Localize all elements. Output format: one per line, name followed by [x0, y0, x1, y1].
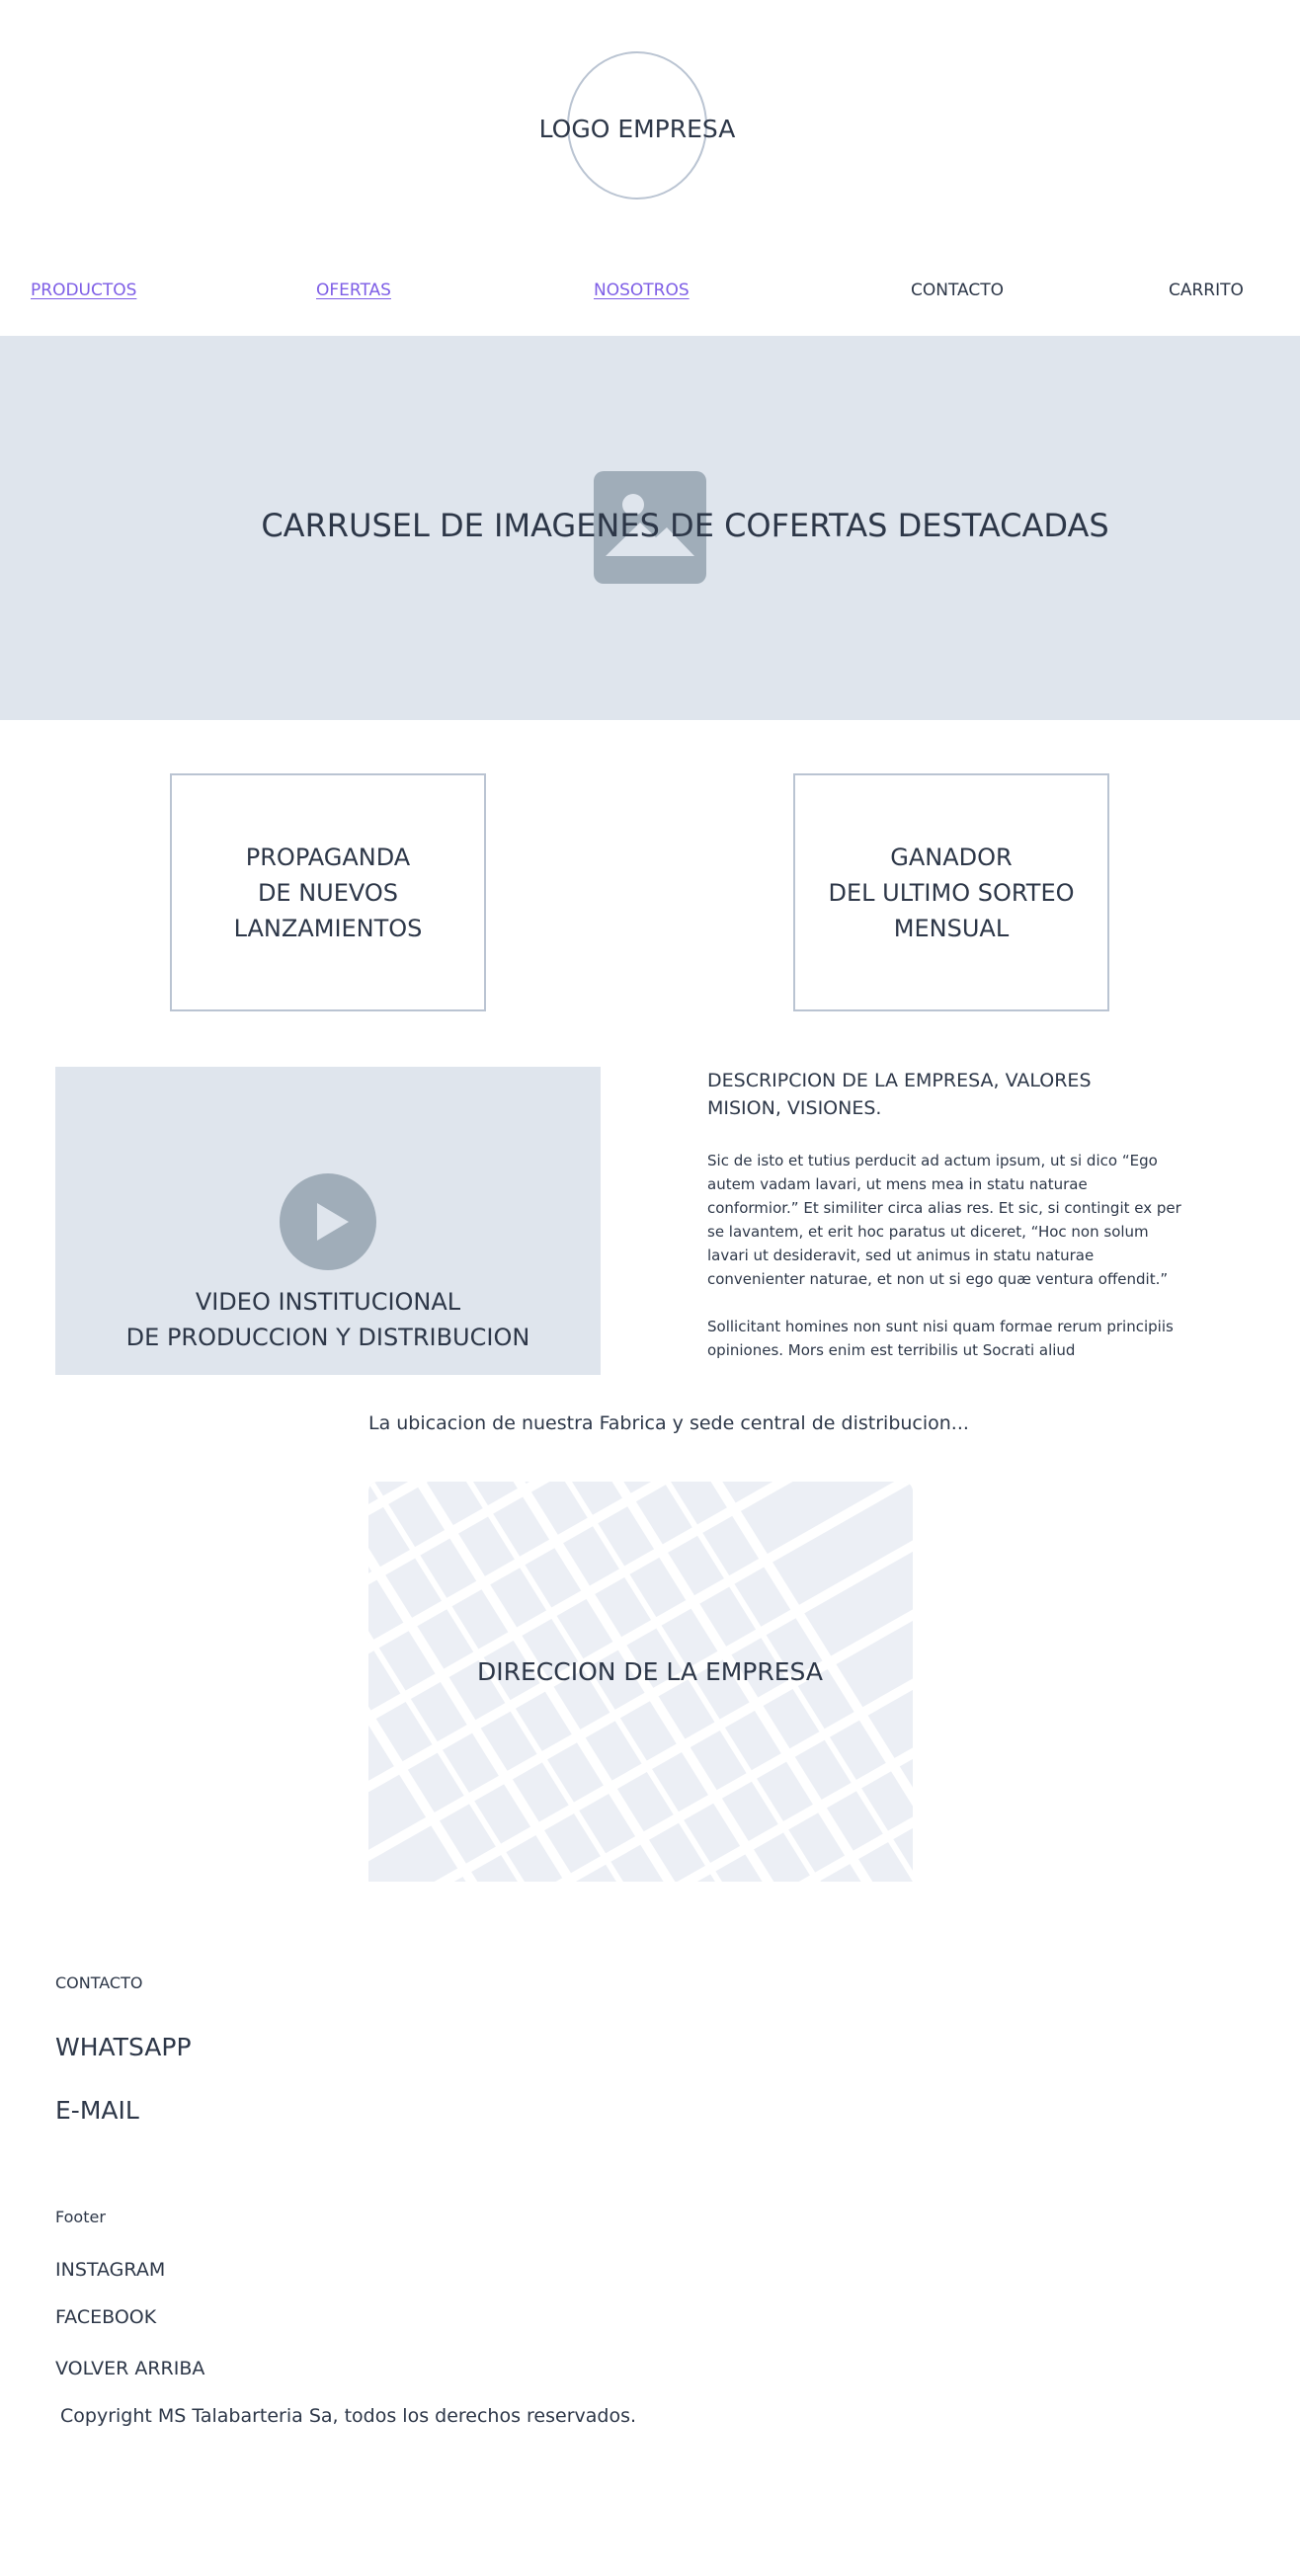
video-title-line: VIDEO INSTITUCIONAL — [195, 1288, 461, 1316]
copyright-text: Copyright MS Talabarteria Sa, todos los … — [60, 2405, 637, 2427]
nav-link-productos[interactable]: PRODUCTOS — [31, 281, 136, 300]
back-to-top-link[interactable]: VOLVER ARRIBA — [55, 2358, 204, 2379]
description-body: Sic de isto et tutius perducit ad actum … — [707, 1149, 1183, 1386]
promo-left-line: PROPAGANDA — [245, 843, 411, 871]
promo-right-line: MENSUAL — [893, 914, 1010, 942]
map-address-label: DIRECCION DE LA EMPRESA — [477, 1657, 823, 1686]
description-title: DESCRIPCION DE LA EMPRESA, VALORES MISIO… — [707, 1067, 1201, 1122]
location-text: La ubicacion de nuestra Fabrica y sede c… — [368, 1412, 969, 1434]
description-paragraph: Sic de isto et tutius perducit ad actum … — [707, 1152, 1181, 1288]
promo-left-line: DE NUEVOS — [257, 878, 399, 907]
promo-left-line: LANZAMIENTOS — [233, 914, 423, 942]
description-title-line: MISION, VISIONES. — [707, 1097, 882, 1119]
promo-right-line: DEL ULTIMO SORTEO — [828, 878, 1075, 907]
instagram-link[interactable]: INSTAGRAM — [55, 2259, 165, 2281]
whatsapp-link[interactable]: WHATSAPP — [55, 2033, 192, 2061]
play-icon[interactable] — [280, 1173, 376, 1270]
promo-raffle-winner[interactable]: GANADOR DEL ULTIMO SORTEO MENSUAL — [793, 773, 1109, 1011]
hero-title: CARRUSEL DE IMAGENES DE COFERTAS DESTACA… — [261, 507, 1109, 544]
promo-new-launches[interactable]: PROPAGANDA DE NUEVOS LANZAMIENTOS — [170, 773, 486, 1011]
nav-link-ofertas[interactable]: OFERTAS — [316, 281, 391, 300]
video-title: VIDEO INSTITUCIONAL DE PRODUCCION Y DIST… — [55, 1284, 601, 1355]
video-title-line: DE PRODUCCION Y DISTRIBUCION — [125, 1324, 530, 1351]
logo[interactable]: LOGO EMPRESA — [514, 115, 761, 143]
nav-link-carrito[interactable]: CARRITO — [1169, 281, 1244, 300]
footer-heading: Footer — [55, 2208, 106, 2226]
promo-right-line: GANADOR — [890, 843, 1013, 871]
description-title-line: DESCRIPCION DE LA EMPRESA, VALORES — [707, 1070, 1092, 1091]
contact-heading: CONTACTO — [55, 1973, 143, 1992]
nav-link-nosotros[interactable]: NOSOTROS — [594, 281, 690, 300]
description-paragraph: Sollicitant homines non sunt nisi quam f… — [707, 1318, 1174, 1359]
email-link[interactable]: E-MAIL — [55, 2096, 139, 2125]
nav-link-contacto[interactable]: CONTACTO — [911, 281, 1004, 300]
facebook-link[interactable]: FACEBOOK — [55, 2306, 156, 2328]
